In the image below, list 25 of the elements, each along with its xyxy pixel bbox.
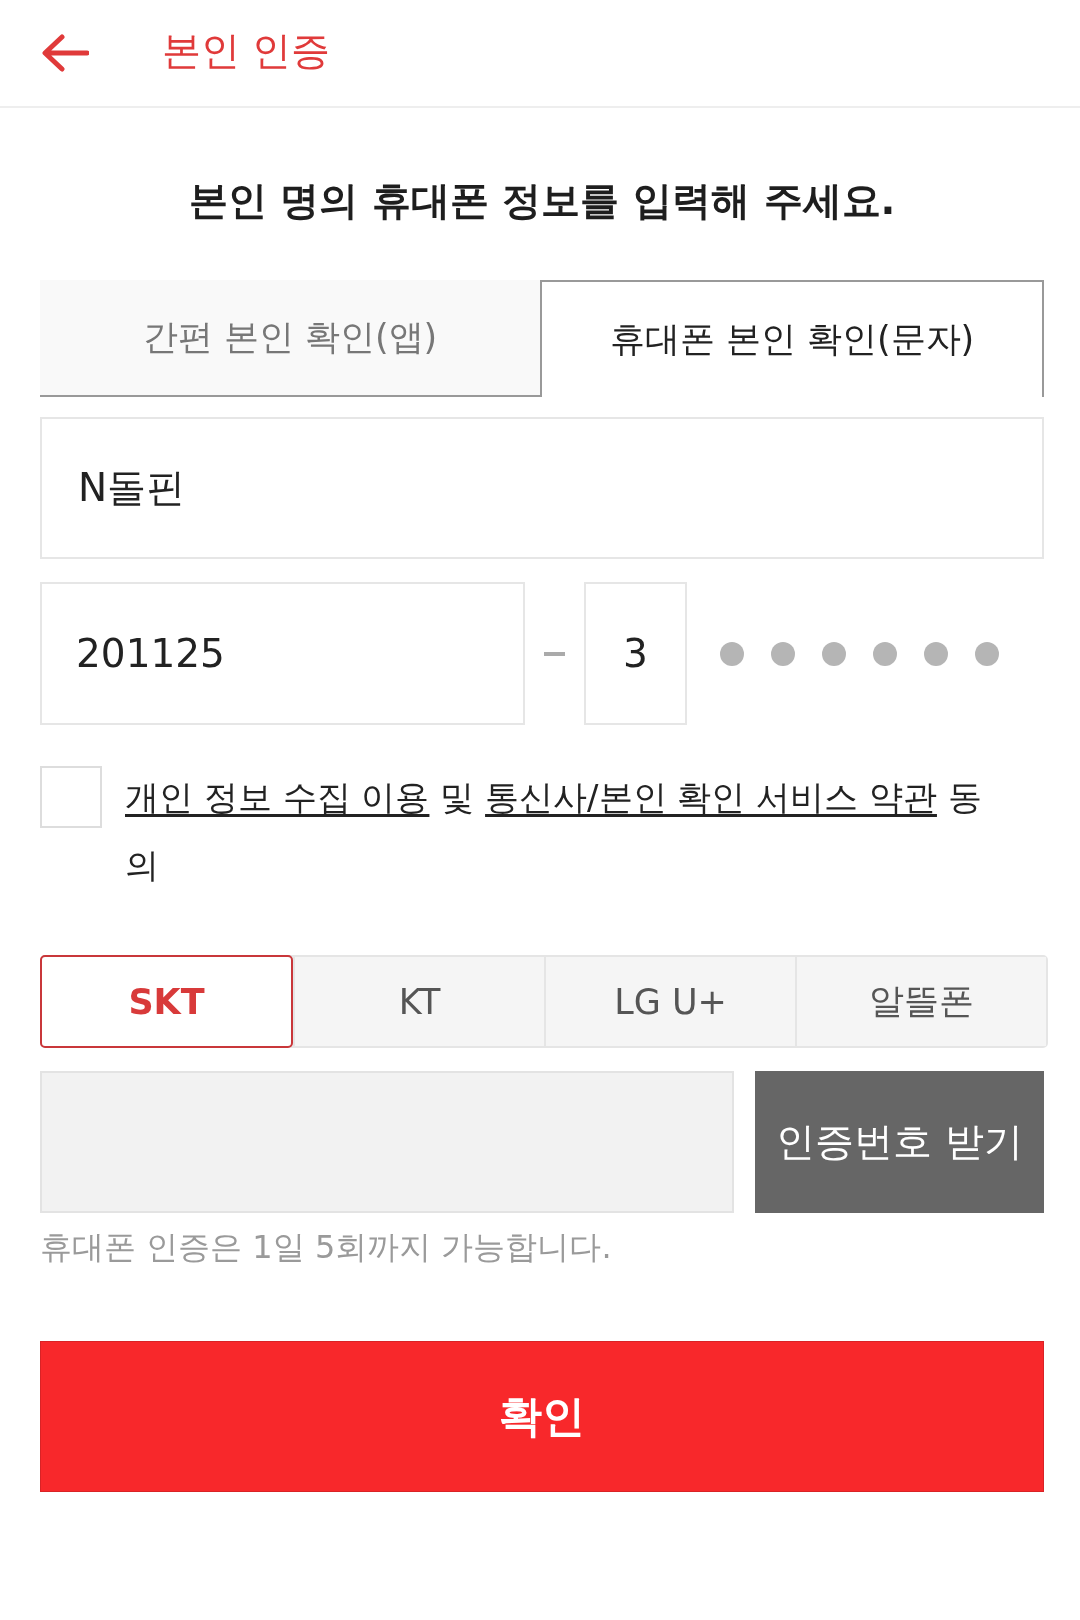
instruction-heading: 본인 명의 휴대폰 정보를 입력해 주세요. <box>187 177 897 225</box>
agree-checkbox[interactable] <box>40 766 102 828</box>
name-field[interactable]: N돌핀 <box>40 417 1044 559</box>
masked-digit-icon <box>924 641 948 666</box>
id-digit-field[interactable]: 3 <box>584 582 687 725</box>
birthdate-field[interactable]: 201125 <box>40 582 525 725</box>
carrier-option[interactable]: 알뜰폰 <box>795 957 1046 1046</box>
carrier-option[interactable]: SKT <box>40 955 293 1048</box>
masked-digit-icon <box>771 641 795 666</box>
dash-icon <box>544 651 565 656</box>
method-tab[interactable]: 간편 본인 확인(앱) <box>40 280 540 397</box>
method-tab[interactable]: 휴대폰 본인 확인(문자) <box>540 280 1044 397</box>
limit-hint: 휴대폰 인증은 1일 5회까지 가능합니다. <box>40 1227 613 1268</box>
request-code-button[interactable]: 인증번호 받기 <box>755 1071 1044 1213</box>
terms-link[interactable]: 통신사/본인 확인 서비스 약관 <box>485 777 937 817</box>
masked-digit-icon <box>975 641 999 666</box>
back-arrow-icon <box>41 34 89 72</box>
masked-digit-icon <box>822 641 846 666</box>
masked-digit-icon <box>873 641 897 666</box>
confirm-button[interactable]: 확인 <box>40 1341 1044 1492</box>
agreement-text: 개인 정보 수집 이용 및 통신사/본인 확인 서비스 약관 동의 <box>125 776 983 887</box>
masked-digit-icon <box>720 641 744 666</box>
terms-link[interactable]: 개인 정보 수집 이용 <box>125 777 430 817</box>
back-button[interactable] <box>41 34 89 72</box>
page-title: 본인 인증 <box>162 27 331 75</box>
